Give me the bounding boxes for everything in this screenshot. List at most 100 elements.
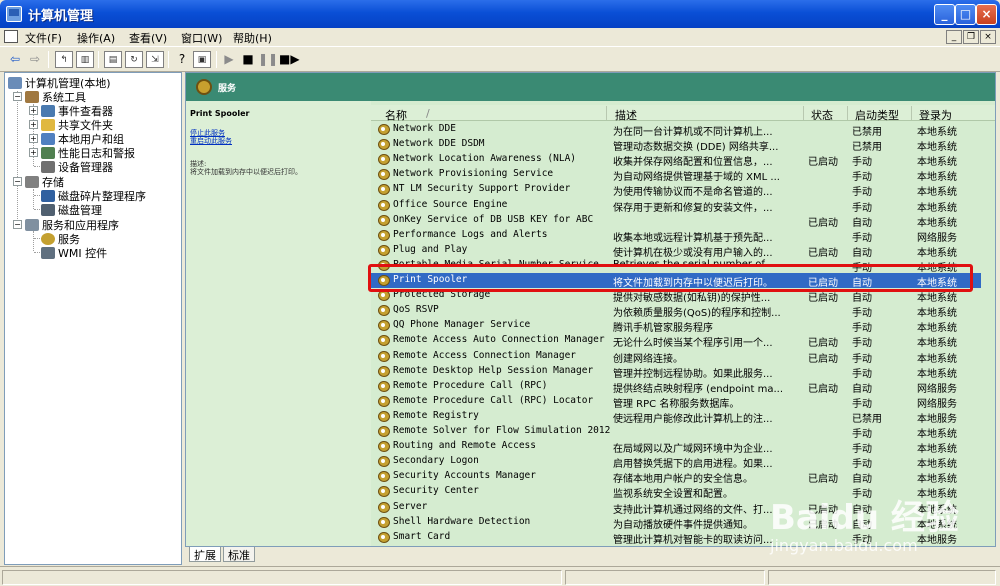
tree-item-services[interactable]: 服务: [41, 231, 80, 246]
users-icon: [41, 133, 55, 145]
tree-item-computer-management[interactable]: 计算机管理(本地): [8, 75, 111, 90]
pause-service-icon[interactable]: ❚❚: [258, 51, 278, 68]
service-row[interactable]: Remote Registry 使远程用户能修改此计算机上的注... 已禁用 本地服务: [371, 409, 981, 425]
column-divider[interactable]: [911, 106, 912, 120]
tree-item-shared-folders[interactable]: 共享文件夹: [41, 117, 113, 132]
column-header-name[interactable]: 名称: [385, 107, 407, 123]
column-header-startup-type[interactable]: 启动类型: [855, 107, 899, 123]
column-header-status[interactable]: 状态: [811, 107, 833, 123]
service-row[interactable]: Performance Logs and Alerts 收集本地或远程计算机基于预…: [371, 228, 981, 244]
status-segment: [2, 570, 562, 585]
show-hide-tree-icon[interactable]: ▥: [76, 51, 94, 68]
tree-item-storage[interactable]: 存储: [25, 174, 64, 189]
service-row[interactable]: Plug and Play 使计算机在极少或没有用户输入的... 已启动 自动 本地系统: [371, 243, 981, 259]
tree-item-disk-defragmenter[interactable]: 磁盘碎片整理程序: [41, 188, 146, 203]
service-description: 为自动网络提供管理基于域的 XML ...: [613, 172, 780, 184]
tree-item-event-viewer[interactable]: 事件查看器: [41, 103, 113, 118]
mdi-close-button[interactable]: ×: [980, 30, 996, 44]
export-list-icon[interactable]: ⇲: [146, 51, 164, 68]
column-header-logon-as[interactable]: 登录为: [919, 107, 952, 123]
service-gear-icon: [378, 199, 390, 211]
service-row[interactable]: QoS RSVP 为依赖质量服务(QoS)的程序和控制... 手动 本地系统: [371, 303, 981, 319]
service-row[interactable]: NT LM Security Support Provider 为使用传输协议而不…: [371, 182, 981, 198]
tree-item-system-tools[interactable]: 系统工具: [25, 89, 86, 104]
service-row[interactable]: Remote Access Connection Manager 创建网络连接。 已…: [371, 349, 981, 365]
start-service-icon[interactable]: ▶: [220, 51, 238, 68]
menu-window[interactable]: 窗口(W): [181, 30, 222, 46]
service-row[interactable]: Office Source Engine 保存用于更新和修复的安装文件，... 手动…: [371, 198, 981, 214]
service-logon-as: 本地系统: [917, 142, 957, 154]
service-row[interactable]: Network DDE DSDM 管理动态数据交换 (DDE) 网络共享... 已禁…: [371, 137, 981, 154]
service-name: QQ Phone Manager Service: [393, 319, 531, 331]
service-name: Office Source Engine: [393, 198, 508, 210]
column-header-description[interactable]: 描述: [615, 107, 637, 123]
service-name: Plug and Play: [393, 243, 468, 255]
service-row[interactable]: Remote Procedure Call (RPC) 提供终结点映射程序 (en…: [371, 379, 981, 395]
tree-expand-local-users[interactable]: +: [29, 134, 38, 143]
mdi-restore-button[interactable]: ❐: [963, 30, 979, 44]
refresh-icon[interactable]: ↻: [125, 51, 143, 68]
tree-item-disk-management[interactable]: 磁盘管理: [41, 202, 102, 217]
column-divider[interactable]: [803, 106, 804, 120]
mdi-minimize-button[interactable]: _: [946, 30, 962, 44]
up-folder-icon[interactable]: ↰: [55, 51, 73, 68]
tree-expand-event-viewer[interactable]: +: [29, 106, 38, 115]
tree-item-device-manager[interactable]: 设备管理器: [41, 159, 113, 174]
service-status: 已启动: [808, 217, 838, 229]
title-bar[interactable]: 计算机管理 _ □ ×: [0, 0, 1000, 28]
service-name: Remote Access Auto Connection Manager: [393, 334, 605, 346]
service-row[interactable]: QQ Phone Manager Service 腾讯手机管家服务程序 手动 本地系统: [371, 318, 981, 334]
menu-view[interactable]: 查看(V): [129, 30, 167, 46]
tree-item-wmi-control[interactable]: WMI 控件: [41, 245, 107, 260]
service-row[interactable]: OnKey Service of DB USB KEY for ABC 已启动 自动…: [371, 213, 981, 229]
minimize-button[interactable]: _: [934, 4, 955, 25]
stop-service-icon[interactable]: ■: [239, 51, 257, 68]
service-row[interactable]: Remote Procedure Call (RPC) Locator 管理 RP…: [371, 394, 981, 410]
tree-item-local-users-groups[interactable]: 本地用户和组: [41, 131, 124, 146]
service-row[interactable]: Remote Desktop Help Session Manager 管理并控制…: [371, 364, 981, 380]
services-gear-icon: [41, 233, 55, 245]
service-row[interactable]: Remote Access Auto Connection Manager 无论什…: [371, 333, 981, 349]
menu-action[interactable]: 操作(A): [77, 30, 115, 46]
console-icon[interactable]: ▣: [193, 51, 211, 68]
close-button[interactable]: ×: [976, 4, 997, 25]
tree-collapse-storage[interactable]: −: [13, 177, 22, 186]
restart-service-icon[interactable]: ■▶: [279, 51, 300, 68]
tree-collapse-system-tools[interactable]: −: [13, 92, 22, 101]
tab-extended[interactable]: 扩展: [189, 547, 221, 562]
tree-item-performance-logs[interactable]: 性能日志和警报: [41, 145, 135, 160]
menu-file[interactable]: 文件(F): [25, 30, 62, 46]
service-startup-type: 自动: [852, 383, 872, 395]
service-description: 管理动态数据交换 (DDE) 网络共享...: [613, 142, 779, 154]
service-status: 已启动: [808, 474, 838, 486]
status-segment: [565, 570, 765, 585]
maximize-button[interactable]: □: [955, 4, 976, 25]
tab-standard[interactable]: 标准: [223, 547, 255, 562]
service-startup-type: 手动: [852, 459, 872, 471]
properties-icon[interactable]: ▤: [104, 51, 122, 68]
menu-help[interactable]: 帮助(H): [233, 30, 272, 46]
tree-expand-performance-logs[interactable]: +: [29, 148, 38, 157]
column-divider[interactable]: [847, 106, 848, 120]
help-icon[interactable]: ?: [173, 51, 191, 68]
service-row[interactable]: Routing and Remote Access 在局域网以及广域网环境中为企业…: [371, 439, 981, 455]
mdi-window-icon[interactable]: [4, 30, 18, 43]
service-startup-type: 手动: [852, 157, 872, 169]
service-row[interactable]: Network Location Awareness (NLA) 收集并保存网络配…: [371, 152, 981, 169]
column-divider[interactable]: [606, 106, 607, 120]
service-row[interactable]: Network Provisioning Service 为自动网络提供管理基于域…: [371, 167, 981, 184]
forward-icon[interactable]: ⇨: [26, 51, 44, 68]
service-row[interactable]: Remote Solver for Flow Simulation 2012 手动…: [371, 424, 981, 440]
tree-item-services-and-applications[interactable]: 服务和应用程序: [25, 217, 119, 232]
service-row[interactable]: Security Accounts Manager 存储本地用户帐户的安全信息。 已…: [371, 469, 981, 486]
service-startup-type: 手动: [852, 172, 872, 184]
tree-collapse-services-apps[interactable]: −: [13, 220, 22, 229]
service-row[interactable]: Network DDE 为在同一台计算机或不同计算机上... 已禁用 本地系统: [371, 122, 981, 138]
service-name: Security Center: [393, 485, 479, 497]
service-description: 保存用于更新和修复的安装文件，...: [613, 202, 773, 214]
service-gear-icon: [378, 501, 390, 513]
service-row[interactable]: Secondary Logon 启用替换凭据下的启用进程。如果... 手动 本地系统: [371, 454, 981, 471]
back-icon[interactable]: ⇦: [6, 51, 24, 68]
tree-expand-shared-folders[interactable]: +: [29, 120, 38, 129]
restart-service-link[interactable]: 重启动此服务: [190, 136, 232, 146]
